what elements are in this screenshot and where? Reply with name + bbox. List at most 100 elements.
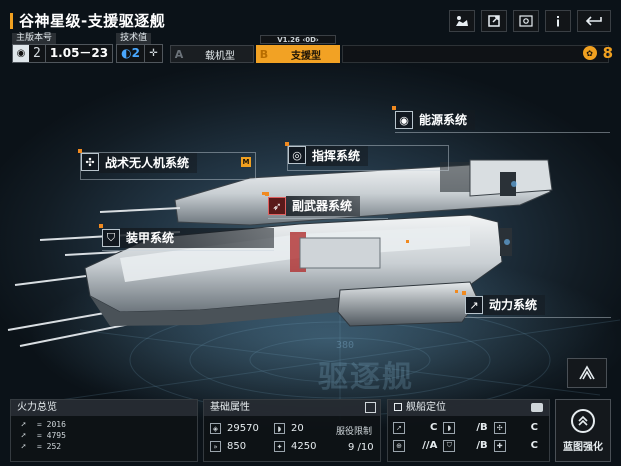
system-propulsion[interactable]: ↗ 动力系统 bbox=[462, 291, 546, 315]
system-command-label: 指挥系统 bbox=[306, 146, 369, 166]
target-icon: ⊕ bbox=[393, 439, 405, 452]
speed-icon: » bbox=[210, 441, 221, 452]
marker-dot bbox=[99, 224, 103, 228]
attr-energy: ✦ 4250 bbox=[274, 441, 316, 452]
top-toolbar bbox=[449, 10, 611, 32]
tab-label: 支援型 bbox=[291, 50, 321, 62]
system-armor-label: 装甲系统 bbox=[120, 228, 274, 248]
attributes-title: 基础属性 bbox=[204, 400, 380, 416]
rank-up-button[interactable] bbox=[567, 358, 607, 388]
camera-icon[interactable] bbox=[531, 403, 543, 412]
marker-dot bbox=[78, 149, 82, 153]
ship-badge-icon: ◉ bbox=[13, 45, 29, 62]
tab-support-type[interactable]: V1.26 ‹0D› B 支援型 bbox=[256, 35, 340, 63]
export-icon[interactable] bbox=[481, 10, 507, 32]
repair-icon: ✚ bbox=[493, 439, 506, 452]
version-row: 主版本号 ◉ 2 1.05－23 技术值 ◐2 ✛ bbox=[12, 33, 163, 63]
firepower-panel[interactable]: 火力总览 ➚ = 2016 ➚ = 4795 ➚ = 252 bbox=[10, 399, 198, 462]
attr-hp: ◈ 29570 bbox=[210, 423, 259, 434]
view-icon[interactable] bbox=[513, 10, 539, 32]
energy-icon: ✦ bbox=[274, 441, 285, 452]
system-energy[interactable]: ◉ 能源系统 bbox=[392, 106, 476, 130]
back-icon[interactable] bbox=[577, 10, 611, 32]
blueprint-enhance-label: 蓝图强化 bbox=[563, 441, 603, 453]
positioning-title-text: 舰船定位 bbox=[406, 402, 446, 413]
tab-strip-filler bbox=[342, 45, 609, 63]
variant-version-tag: V1.26 ‹0D› bbox=[260, 35, 336, 44]
ship-viewport[interactable]: 380 驱逐舰 bbox=[0, 0, 621, 466]
weapon-icon: ➚ bbox=[21, 420, 26, 429]
main-version-label: 主版本号 bbox=[12, 33, 57, 44]
firepower-row: ➚ = 4795 bbox=[11, 430, 197, 441]
firepower-row: ➚ = 2016 bbox=[11, 419, 197, 430]
system-propulsion-label: 动力系统 bbox=[483, 295, 546, 315]
system-secondary-weapon-label: 副武器系统 bbox=[286, 196, 361, 216]
attr-speed: » 850 bbox=[210, 441, 246, 452]
engine-icon: ↗ bbox=[465, 296, 483, 314]
blueprint-enhance-button[interactable]: 蓝图强化 bbox=[555, 399, 611, 462]
system-armor[interactable]: ⛉ 装甲系统 bbox=[99, 224, 274, 248]
tech-detail-icon[interactable]: ✛ bbox=[143, 45, 162, 62]
attr-armor-value: 20 bbox=[291, 423, 304, 434]
shield-icon: ⛉ bbox=[443, 439, 456, 452]
currency-amount: 8 bbox=[602, 44, 613, 62]
hull-icon: ◈ bbox=[210, 423, 221, 434]
defense-icon: ◗ bbox=[443, 421, 456, 434]
attack-icon: ➚ bbox=[393, 421, 405, 434]
system-drone[interactable]: ✣ 战术无人机系统 M bbox=[78, 149, 256, 180]
positioning-panel[interactable]: 舰船定位 ➚ C ◗/B ✣ C ⊕//A ⛉/B ✚ C bbox=[387, 399, 550, 462]
firepower-row: ➚ = 252 bbox=[11, 441, 197, 452]
role-rating: ⊕//A bbox=[393, 438, 443, 453]
currency-display: ✿ 8 bbox=[582, 44, 613, 62]
attributes-title-text: 基础属性 bbox=[210, 402, 250, 413]
currency-icon: ✿ bbox=[582, 46, 597, 60]
drone-icon: ✣ bbox=[81, 153, 99, 171]
tech-value-label: 技术值 bbox=[116, 33, 152, 44]
firepower-value: = 252 bbox=[37, 442, 62, 451]
role-rating: ✣ C bbox=[493, 420, 544, 435]
tab-letter: A bbox=[174, 47, 184, 61]
tab-label: 载机型 bbox=[205, 50, 235, 62]
watermark-number: 380 bbox=[336, 340, 355, 351]
armor-icon: ◗ bbox=[274, 423, 285, 434]
role-rating: ➚ C bbox=[393, 420, 443, 435]
positioning-title: 舰船定位 bbox=[388, 400, 549, 416]
page-title: 谷神星级-支援驱逐舰 bbox=[10, 10, 165, 31]
firepower-value: = 4795 bbox=[37, 431, 66, 440]
main-version-box[interactable]: ◉ 2 1.05－23 bbox=[12, 44, 114, 63]
attr-armor: ◗ 20 bbox=[274, 423, 304, 434]
connector-line bbox=[102, 250, 274, 251]
tab-letter: B bbox=[259, 47, 269, 61]
service-limit-label: 服役限制 bbox=[336, 427, 373, 437]
command-icon: ◎ bbox=[288, 146, 306, 164]
info-icon[interactable] bbox=[545, 10, 571, 32]
system-energy-label: 能源系统 bbox=[413, 110, 476, 130]
weapon-icon: ➚ bbox=[21, 442, 26, 451]
support-icon: ✣ bbox=[493, 421, 506, 434]
tech-value-number: ◐2 bbox=[121, 46, 140, 60]
main-version-value: 1.05－23 bbox=[44, 45, 112, 62]
tech-value-box[interactable]: ◐2 ✛ bbox=[116, 44, 163, 63]
firepower-title: 火力总览 bbox=[11, 400, 197, 416]
system-secondary-weapon[interactable]: ➶ 副武器系统 bbox=[265, 192, 361, 216]
missile-icon: ➶ bbox=[268, 197, 286, 215]
role-rating: ◗/B bbox=[443, 420, 493, 435]
marker-dot bbox=[285, 142, 289, 146]
marker-dot bbox=[265, 192, 269, 196]
ship-name: 谷神星级-支援驱逐舰 bbox=[19, 12, 166, 30]
attr-hp-value: 29570 bbox=[227, 423, 259, 434]
tech-value-icon: ◐ bbox=[121, 46, 132, 60]
ship-render bbox=[7, 159, 621, 430]
main-version-tier: 2 bbox=[33, 46, 41, 61]
tab-carrier-type[interactable]: A 载机型 bbox=[170, 45, 254, 63]
shield-icon: ⛉ bbox=[102, 229, 120, 247]
attr-energy-value: 4250 bbox=[291, 441, 317, 452]
system-command[interactable]: ◎ 指挥系统 bbox=[285, 142, 449, 171]
share-icon[interactable] bbox=[449, 10, 475, 32]
connector-line bbox=[395, 132, 610, 133]
system-drone-label: 战术无人机系统 bbox=[99, 153, 198, 173]
chevron-up-icon bbox=[571, 408, 595, 433]
attributes-panel[interactable]: 基础属性 ◈ 29570 ◗ 20 » 850 ✦ 4250 服役限制 9 /10 bbox=[203, 399, 381, 462]
copy-icon[interactable] bbox=[365, 402, 376, 413]
role-rating: ✚ C bbox=[493, 438, 544, 453]
